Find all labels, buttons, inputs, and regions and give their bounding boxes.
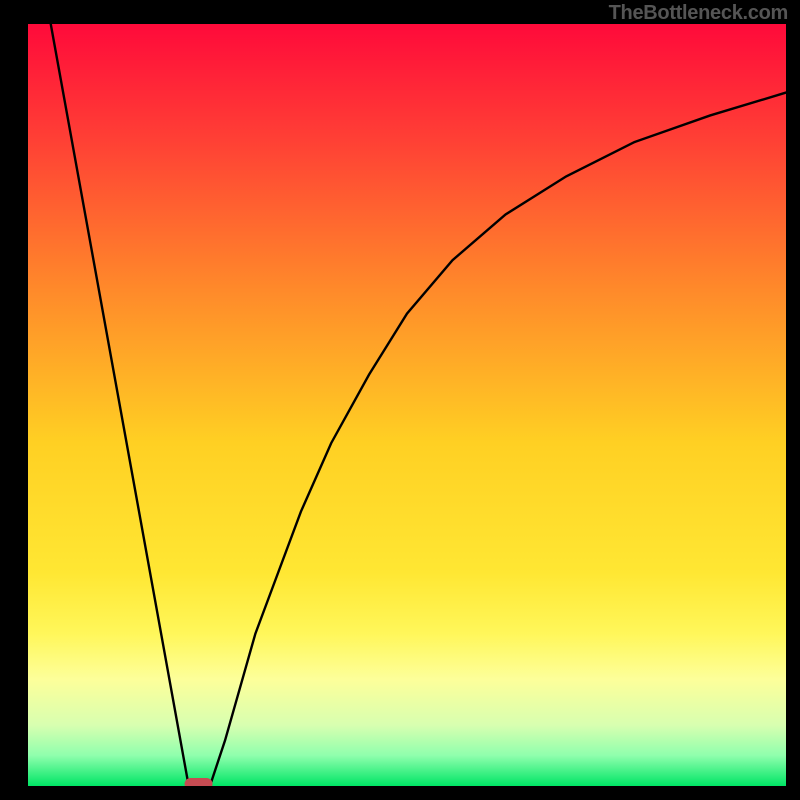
chart-svg: [0, 0, 800, 800]
chart-container: TheBottleneck.com: [0, 0, 800, 800]
watermark-text: TheBottleneck.com: [609, 2, 788, 25]
plot-background: [28, 24, 786, 786]
